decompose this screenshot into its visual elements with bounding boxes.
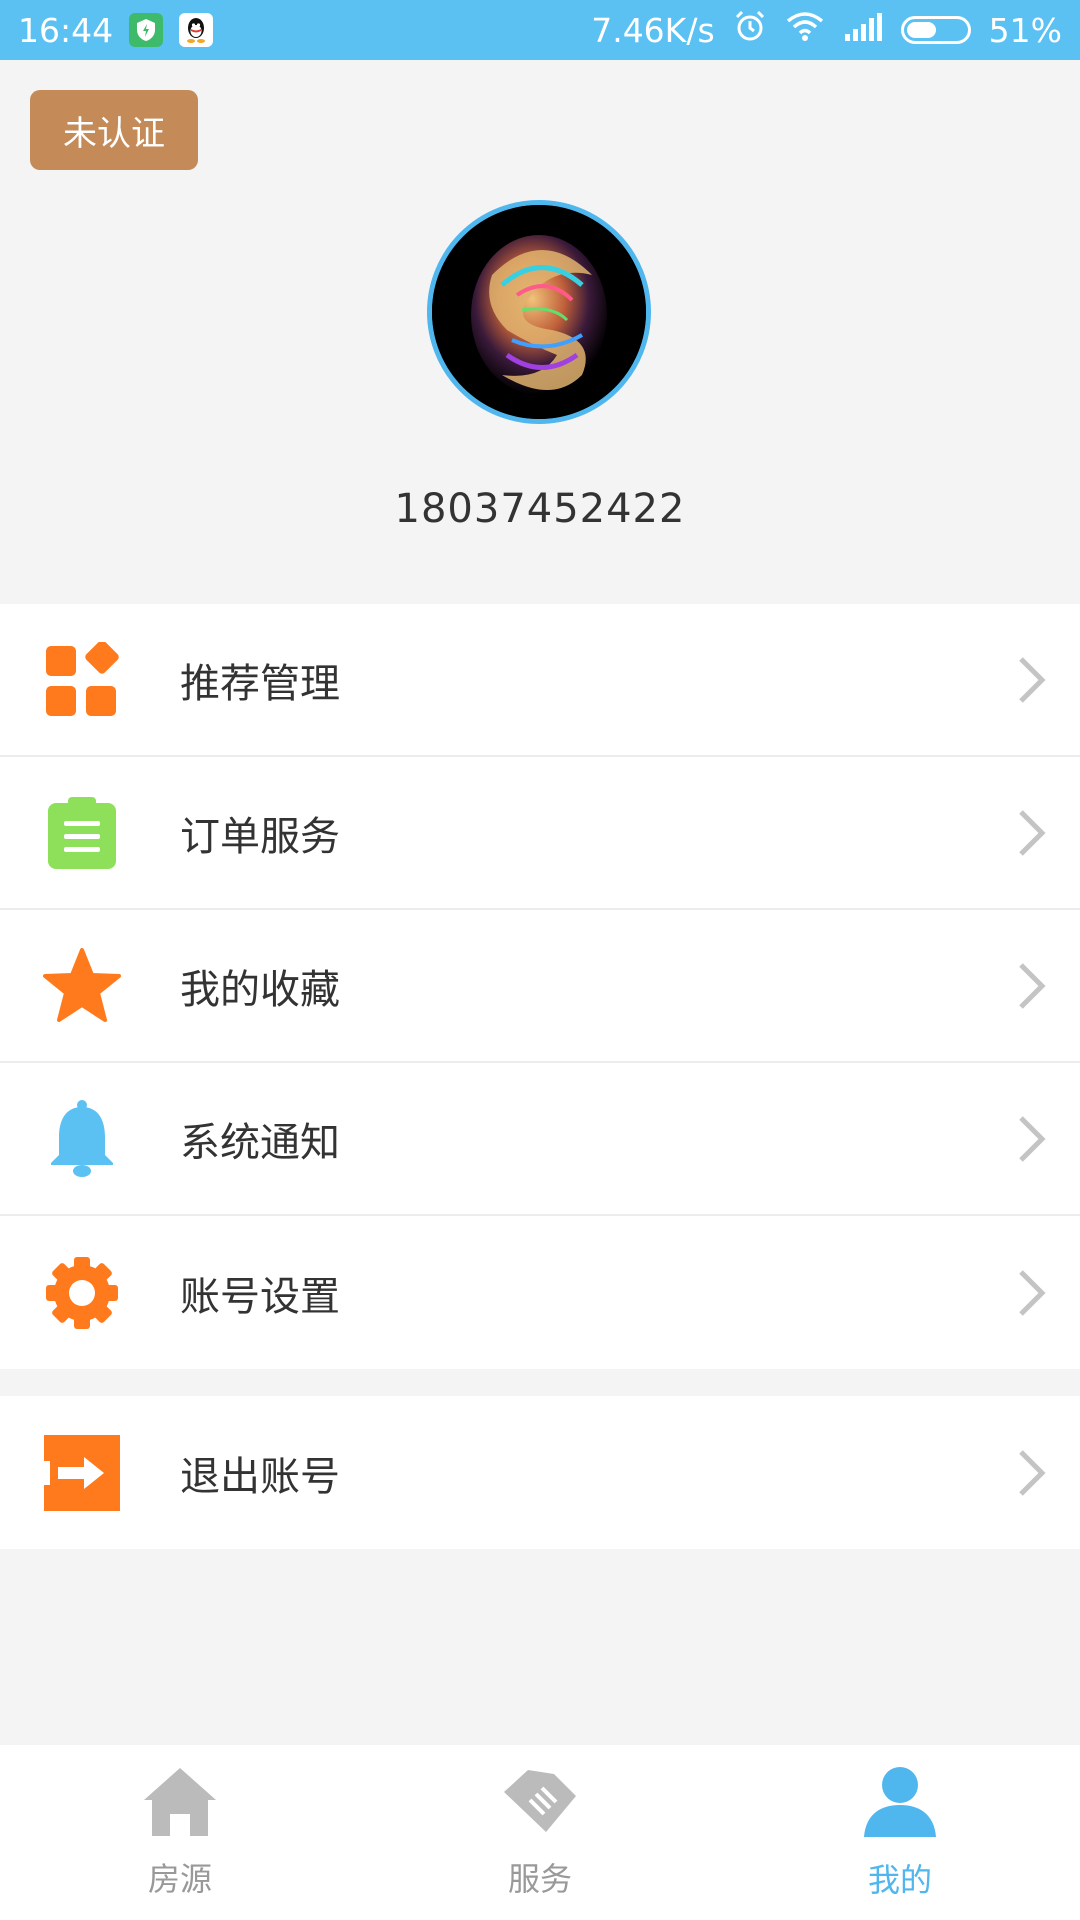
handshake-icon bbox=[500, 1766, 580, 1842]
menu-item-my-favorites[interactable]: 我的收藏 bbox=[0, 910, 1080, 1063]
settings-menu: 推荐管理 订单服务 我的收藏 系统通知 账号设置 bbox=[0, 604, 1080, 1369]
menu-item-account-settings[interactable]: 账号设置 bbox=[0, 1216, 1080, 1369]
clipboard-icon bbox=[42, 793, 122, 873]
menu-item-label: 推荐管理 bbox=[180, 660, 340, 707]
logout-icon bbox=[42, 1433, 122, 1513]
tab-mine[interactable]: 我的 bbox=[720, 1745, 1080, 1920]
shield-app-icon bbox=[129, 13, 164, 47]
tab-label: 服务 bbox=[507, 1859, 572, 1898]
menu-item-recommend-management[interactable]: 推荐管理 bbox=[0, 604, 1080, 757]
signal-icon bbox=[843, 11, 883, 50]
logout-section: 退出账号 bbox=[0, 1396, 1080, 1549]
menu-item-logout[interactable]: 退出账号 bbox=[0, 1396, 1080, 1549]
wifi-icon bbox=[785, 10, 825, 50]
menu-item-label: 系统通知 bbox=[180, 1119, 340, 1166]
menu-item-system-notifications[interactable]: 系统通知 bbox=[0, 1063, 1080, 1216]
qq-icon bbox=[179, 13, 214, 47]
battery-fill bbox=[906, 22, 937, 38]
chevron-right-icon bbox=[1012, 1263, 1052, 1323]
chevron-right-icon bbox=[1012, 1443, 1052, 1503]
alarm-icon bbox=[733, 9, 767, 51]
bottom-tab-bar: 房源 服务 我的 bbox=[0, 1745, 1080, 1920]
status-time: 16:44 bbox=[18, 10, 114, 50]
avatar[interactable] bbox=[427, 200, 651, 424]
chevron-right-icon bbox=[1012, 650, 1052, 710]
menu-item-label: 退出账号 bbox=[180, 1453, 340, 1500]
menu-item-label: 我的收藏 bbox=[180, 966, 340, 1013]
tab-listings[interactable]: 房源 bbox=[0, 1745, 360, 1920]
star-icon bbox=[42, 946, 122, 1026]
phone-number: 18037452422 bbox=[394, 486, 686, 532]
bell-icon bbox=[42, 1099, 122, 1179]
chevron-right-icon bbox=[1012, 1109, 1052, 1169]
status-bar: 16:44 7.46K/s 51% bbox=[0, 0, 1080, 60]
battery-icon bbox=[900, 16, 971, 44]
person-icon bbox=[862, 1765, 938, 1843]
menu-item-label: 账号设置 bbox=[180, 1273, 340, 1320]
chevron-right-icon bbox=[1012, 803, 1052, 863]
gear-icon bbox=[42, 1253, 122, 1333]
network-speed: 7.46K/s bbox=[591, 10, 715, 50]
tab-services[interactable]: 服务 bbox=[360, 1745, 720, 1920]
tab-label: 我的 bbox=[867, 1860, 932, 1899]
verification-badge[interactable]: 未认证 bbox=[30, 90, 198, 170]
menu-item-order-service[interactable]: 订单服务 bbox=[0, 757, 1080, 910]
battery-percent: 51% bbox=[988, 10, 1062, 50]
tab-label: 房源 bbox=[147, 1859, 212, 1898]
grid-icon bbox=[42, 640, 122, 720]
house-icon bbox=[142, 1766, 218, 1842]
chevron-right-icon bbox=[1012, 956, 1052, 1016]
menu-item-label: 订单服务 bbox=[180, 813, 340, 860]
